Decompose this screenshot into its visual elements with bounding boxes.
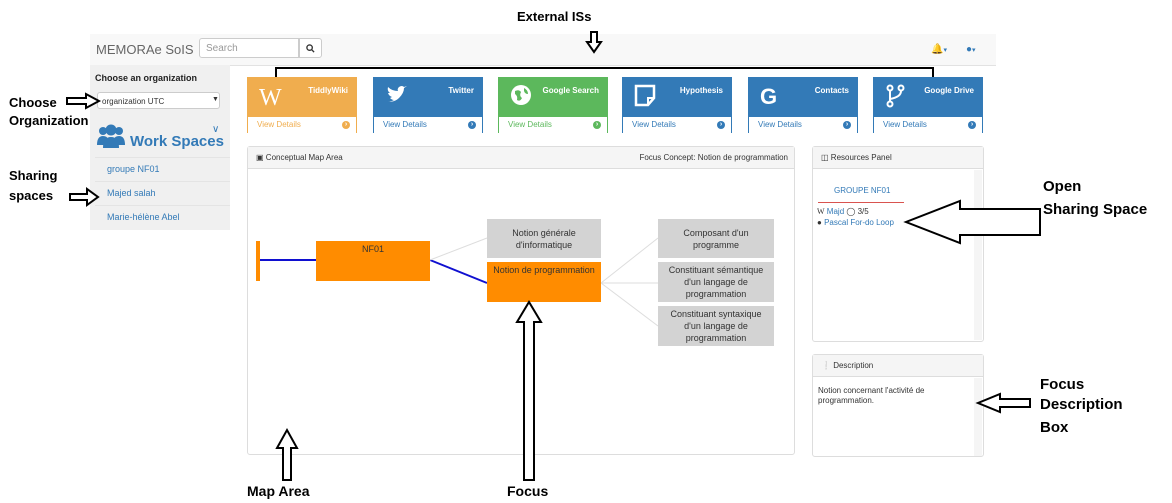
annotation-map-area: Map Area [247, 483, 310, 499]
arrow-left-icon [975, 392, 1031, 414]
arrow-right-icon [69, 187, 100, 207]
annotation-focus-desc-3: Box [1040, 419, 1069, 436]
arrow-up-icon [515, 300, 543, 481]
arrow-down-icon [585, 31, 603, 54]
annotation-sharing: Sharing [9, 168, 58, 183]
annotation-arrows [66, 31, 1041, 481]
annotation-external-iss: External ISs [517, 9, 592, 24]
annotation-choose: Choose [9, 95, 57, 110]
annotation-spaces: spaces [9, 188, 54, 203]
annotation-focus: Focus [507, 483, 549, 499]
annotation-open: Open [1043, 178, 1082, 195]
arrow-up-icon [275, 427, 299, 481]
annotation-organization: Organization [9, 113, 89, 128]
bracket-line [275, 67, 934, 77]
annotation-focus-desc-1: Focus [1040, 376, 1085, 393]
arrow-left-icon [903, 199, 1041, 245]
annotation-focus-desc-2: Description [1040, 396, 1123, 413]
annotation-sharing-space: Sharing Space [1043, 201, 1148, 218]
arrow-right-icon [66, 92, 102, 110]
